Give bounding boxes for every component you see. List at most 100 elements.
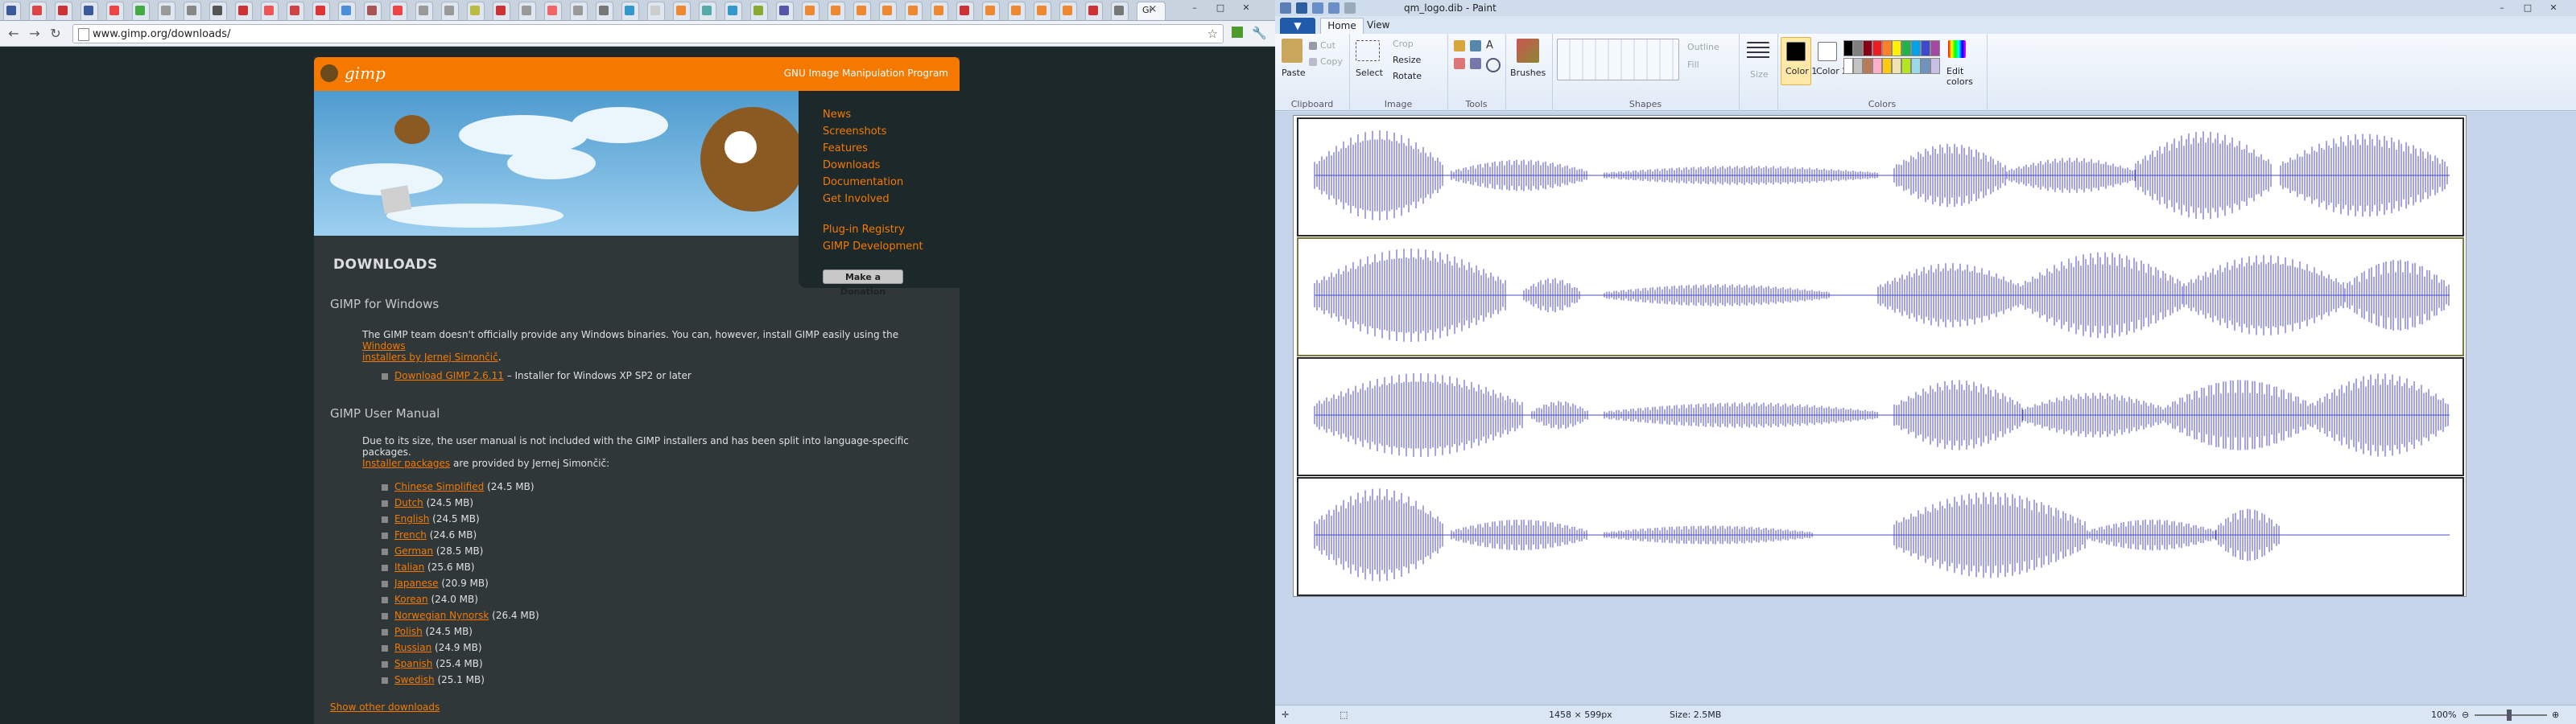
close-icon[interactable]: ✕ bbox=[2542, 2, 2565, 14]
browser-tab[interactable] bbox=[1008, 2, 1026, 20]
browser-tab[interactable] bbox=[493, 2, 510, 20]
browser-tab[interactable] bbox=[209, 2, 227, 20]
browser-tab[interactable] bbox=[467, 2, 485, 20]
browser-tab[interactable] bbox=[956, 2, 974, 20]
palette-swatch[interactable] bbox=[1843, 58, 1853, 74]
palette-swatch[interactable] bbox=[1911, 58, 1921, 74]
browser-tab[interactable] bbox=[982, 2, 1000, 20]
nav-features[interactable]: Features bbox=[823, 142, 868, 154]
palette-swatch[interactable] bbox=[1901, 40, 1911, 56]
close-icon[interactable]: ✕ bbox=[1235, 2, 1257, 14]
palette-swatch[interactable] bbox=[1892, 40, 1901, 56]
browser-tab[interactable] bbox=[570, 2, 588, 20]
package-link[interactable]: Japanese bbox=[394, 578, 439, 589]
forward-icon[interactable]: → bbox=[26, 26, 43, 42]
close-tab-icon[interactable]: × bbox=[1147, 4, 1158, 15]
package-link[interactable]: Dutch bbox=[394, 497, 423, 508]
package-link[interactable]: Italian bbox=[394, 562, 424, 573]
package-link[interactable]: Norwegian Nynorsk bbox=[394, 610, 489, 621]
bookmark-star-icon[interactable]: ☆ bbox=[1208, 27, 1218, 41]
edit-colors-icon[interactable] bbox=[1948, 40, 1966, 58]
browser-tab[interactable] bbox=[338, 2, 356, 20]
cut-icon[interactable] bbox=[1309, 42, 1317, 50]
browser-tab[interactable] bbox=[905, 2, 923, 20]
tab-view[interactable]: View bbox=[1367, 19, 1389, 31]
browser-tab[interactable] bbox=[1059, 2, 1077, 20]
palette-swatch[interactable] bbox=[1882, 58, 1892, 74]
browser-tab[interactable] bbox=[673, 2, 691, 20]
edit-colors-button[interactable]: Edit colors bbox=[1946, 66, 1979, 87]
package-link[interactable]: Polish bbox=[394, 626, 423, 637]
browser-tab[interactable] bbox=[287, 2, 304, 20]
paste-button[interactable]: Paste bbox=[1282, 68, 1306, 78]
browser-tab[interactable] bbox=[724, 2, 742, 20]
back-icon[interactable]: ← bbox=[5, 26, 23, 42]
browser-tab[interactable] bbox=[29, 2, 47, 20]
wrench-menu-icon[interactable]: 🔧 bbox=[1252, 26, 1267, 40]
browser-tab[interactable] bbox=[55, 2, 72, 20]
paint-file-menu[interactable]: ▼ bbox=[1280, 18, 1315, 34]
fill-button[interactable]: Fill bbox=[1687, 60, 1699, 70]
browser-tab[interactable] bbox=[879, 2, 897, 20]
palette-swatch[interactable] bbox=[1930, 58, 1940, 74]
select-icon[interactable] bbox=[1356, 40, 1380, 61]
select-button[interactable]: Select bbox=[1356, 68, 1383, 78]
package-link[interactable]: English bbox=[394, 513, 429, 524]
size-button[interactable]: Size bbox=[1750, 69, 1769, 80]
minimize-icon[interactable]: – bbox=[2491, 2, 2513, 14]
browser-tab[interactable] bbox=[1111, 2, 1129, 20]
browser-tab[interactable] bbox=[518, 2, 536, 20]
copy-button[interactable]: Copy bbox=[1320, 56, 1343, 67]
browser-tab[interactable] bbox=[931, 2, 948, 20]
outline-button[interactable]: Outline bbox=[1687, 42, 1719, 52]
undo-icon[interactable] bbox=[1312, 2, 1323, 14]
reload-icon[interactable]: ↻ bbox=[47, 26, 64, 42]
text-icon[interactable]: A bbox=[1486, 40, 1497, 51]
browser-tab[interactable] bbox=[415, 2, 433, 20]
nav-gimp-development[interactable]: GIMP Development bbox=[823, 241, 923, 253]
browser-tab[interactable] bbox=[106, 2, 124, 20]
browser-tab[interactable] bbox=[158, 2, 175, 20]
package-link[interactable]: Spanish bbox=[394, 658, 432, 669]
browser-tab[interactable] bbox=[544, 2, 562, 20]
browser-tab[interactable] bbox=[647, 2, 665, 20]
customize-toolbar-icon[interactable] bbox=[1344, 2, 1356, 14]
url-text[interactable]: www.gimp.org/downloads/ bbox=[93, 28, 230, 40]
browser-tab[interactable] bbox=[776, 2, 794, 20]
tab-home[interactable]: Home bbox=[1320, 18, 1364, 34]
size-icon[interactable] bbox=[1747, 42, 1769, 60]
nav-screenshots[interactable]: Screenshots bbox=[823, 125, 887, 138]
package-link[interactable]: Russian bbox=[394, 642, 431, 653]
nav-documentation[interactable]: Documentation bbox=[823, 176, 903, 188]
browser-tab[interactable] bbox=[132, 2, 150, 20]
windows-installers-link-2[interactable]: installers by Jernej Simončič bbox=[362, 352, 498, 363]
palette-swatch[interactable] bbox=[1863, 40, 1872, 56]
download-gimp-link[interactable]: Download GIMP 2.6.11 bbox=[394, 370, 504, 381]
palette-swatch[interactable] bbox=[1853, 58, 1863, 74]
palette-swatch[interactable] bbox=[1930, 40, 1940, 56]
browser-tab[interactable] bbox=[1085, 2, 1103, 20]
minimize-icon[interactable]: – bbox=[1183, 2, 1206, 14]
maximize-icon[interactable]: □ bbox=[2516, 2, 2539, 14]
nav-get-involved[interactable]: Get Involved bbox=[823, 193, 890, 205]
address-bar[interactable]: www.gimp.org/downloads/ ☆ bbox=[72, 24, 1224, 43]
brushes-button[interactable]: Brushes bbox=[1510, 68, 1546, 78]
palette-swatch[interactable] bbox=[1843, 40, 1853, 56]
gimp-logo[interactable]: gimp bbox=[320, 62, 401, 86]
browser-tab[interactable] bbox=[1034, 2, 1051, 20]
palette-swatch[interactable] bbox=[1863, 58, 1872, 74]
resize-button[interactable]: Resize bbox=[1393, 55, 1421, 65]
paste-icon[interactable] bbox=[1282, 39, 1302, 63]
nav-news[interactable]: News bbox=[823, 109, 851, 121]
package-link[interactable]: Korean bbox=[394, 594, 428, 605]
palette-swatch[interactable] bbox=[1901, 58, 1911, 74]
extension-icon[interactable] bbox=[1232, 27, 1243, 38]
brush-icon[interactable] bbox=[1517, 39, 1539, 63]
browser-tab[interactable] bbox=[312, 2, 330, 20]
palette-swatch[interactable] bbox=[1882, 40, 1892, 56]
browser-tab[interactable] bbox=[261, 2, 279, 20]
fill-icon[interactable] bbox=[1470, 40, 1481, 51]
magnifier-icon[interactable] bbox=[1486, 58, 1501, 72]
package-link[interactable]: Swedish bbox=[394, 674, 435, 685]
shapes-gallery[interactable] bbox=[1557, 39, 1679, 80]
